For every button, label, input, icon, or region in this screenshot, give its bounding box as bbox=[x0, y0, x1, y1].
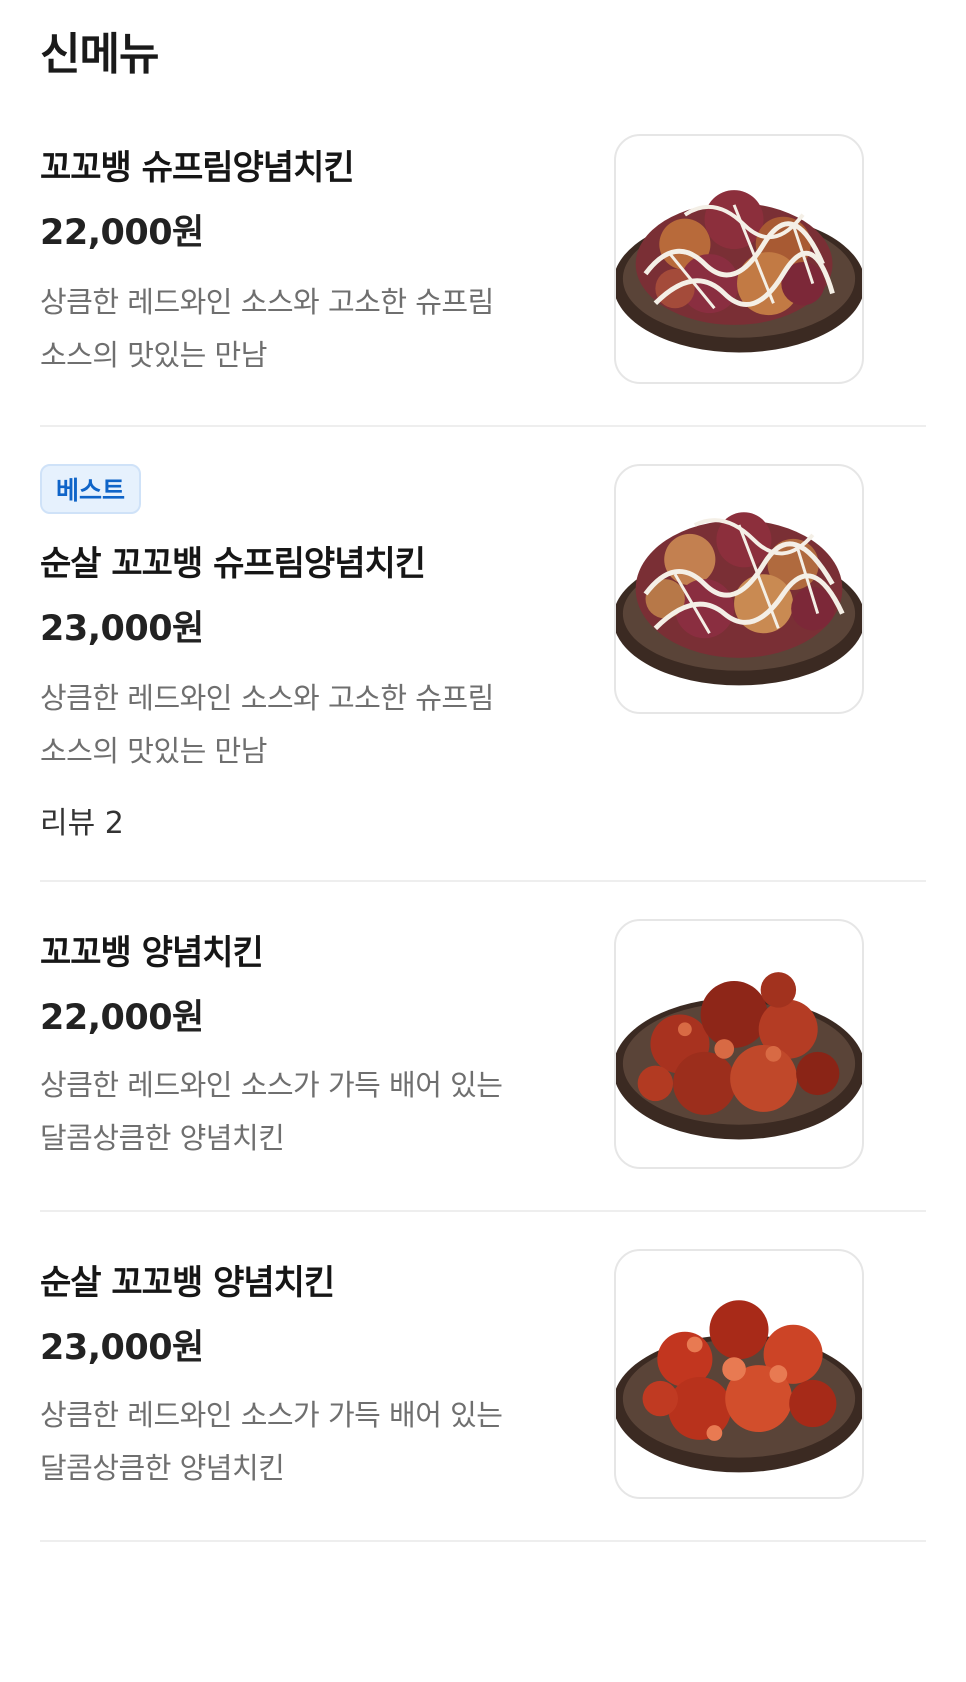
menu-item-name: 순살 꼬꼬뱅 슈프림양념치킨 bbox=[40, 544, 426, 584]
description-line: 소스의 맛있는 만남 bbox=[40, 734, 267, 768]
section-title: 신메뉴 bbox=[40, 29, 159, 80]
menu-item[interactable]: 꼬꼬뱅 슈프림양념치킨 22,000원 상큼한 레드와인 소스와 고소한 슈프림… bbox=[40, 134, 926, 427]
menu-item[interactable]: 꼬꼬뱅 양념치킨 22,000원 상큼한 레드와인 소스가 가득 배어 있는 달… bbox=[40, 919, 926, 1212]
menu-item-price: 22,000원 bbox=[40, 998, 204, 1038]
menu-item-description: 상큼한 레드와인 소스와 고소한 슈프림 소스의 맛있는 만남 bbox=[40, 672, 580, 778]
divider bbox=[40, 1540, 926, 1542]
menu-item-description: 상큼한 레드와인 소스가 가득 배어 있는 달콤상큼한 양념치킨 bbox=[40, 1059, 580, 1165]
menu-item-name: 꼬꼬뱅 양념치킨 bbox=[40, 933, 264, 973]
menu-item-name: 순살 꼬꼬뱅 양념치킨 bbox=[40, 1263, 335, 1303]
menu-item-price: 22,000원 bbox=[40, 213, 204, 253]
menu-item-description: 상큼한 레드와인 소스와 고소한 슈프림 소스의 맛있는 만남 bbox=[40, 276, 580, 382]
description-line: 달콤상큼한 양념치킨 bbox=[40, 1451, 285, 1485]
divider bbox=[40, 425, 926, 427]
menu-item-name: 꼬꼬뱅 슈프림양념치킨 bbox=[40, 148, 355, 188]
description-line: 달콤상큼한 양념치킨 bbox=[40, 1121, 285, 1155]
supreme-sauce-chicken-image[interactable] bbox=[614, 134, 864, 384]
red-sauce-chicken-image[interactable] bbox=[614, 919, 864, 1169]
menu-item-price: 23,000원 bbox=[40, 1328, 204, 1368]
review-count[interactable]: 리뷰 2 bbox=[40, 798, 124, 842]
best-badge: 베스트 bbox=[40, 464, 142, 514]
description-line: 상큼한 레드와인 소스가 가득 배어 있는 bbox=[40, 1068, 503, 1102]
divider bbox=[40, 1210, 926, 1212]
menu-item[interactable]: 베스트 순살 꼬꼬뱅 슈프림양념치킨 23,000원 상큼한 레드와인 소스와 … bbox=[40, 464, 926, 882]
red-sauce-boneless-chicken-image[interactable] bbox=[614, 1249, 864, 1499]
menu-item-price: 23,000원 bbox=[40, 609, 204, 649]
description-line: 상큼한 레드와인 소스와 고소한 슈프림 bbox=[40, 681, 494, 715]
description-line: 상큼한 레드와인 소스가 가득 배어 있는 bbox=[40, 1398, 503, 1432]
divider bbox=[40, 880, 926, 882]
menu-item[interactable]: 순살 꼬꼬뱅 양념치킨 23,000원 상큼한 레드와인 소스가 가득 배어 있… bbox=[40, 1249, 926, 1542]
description-line: 소스의 맛있는 만남 bbox=[40, 338, 267, 372]
menu-item-description: 상큼한 레드와인 소스가 가득 배어 있는 달콤상큼한 양념치킨 bbox=[40, 1389, 580, 1495]
supreme-sauce-boneless-chicken-image[interactable] bbox=[614, 464, 864, 714]
description-line: 상큼한 레드와인 소스와 고소한 슈프림 bbox=[40, 285, 494, 319]
